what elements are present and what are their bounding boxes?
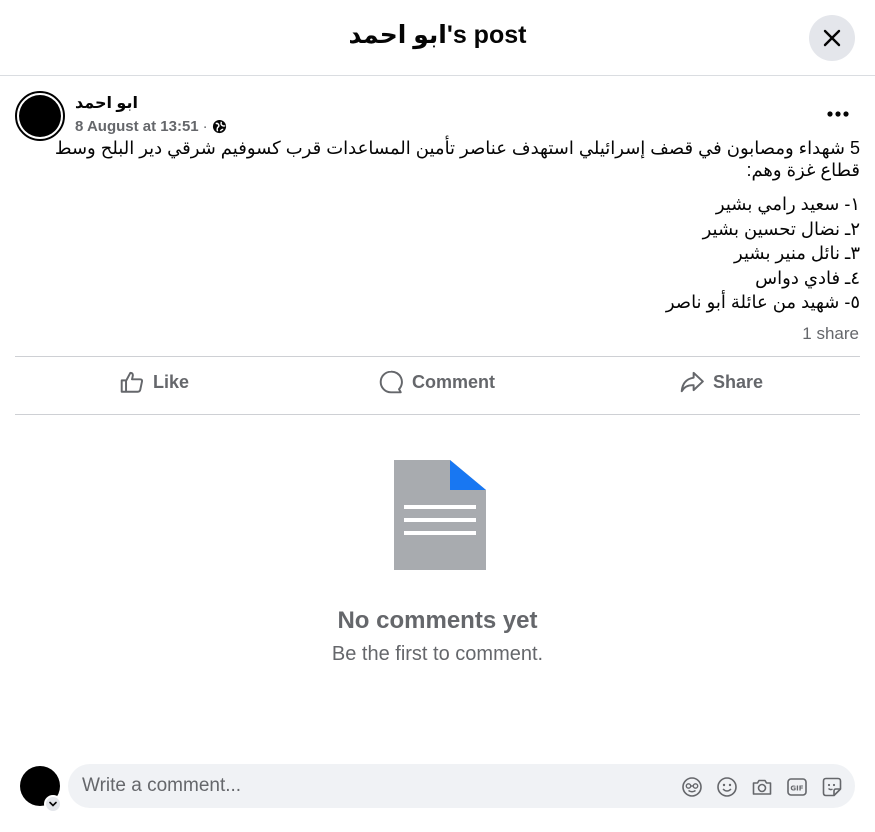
close-button[interactable] (809, 15, 855, 61)
comment-bubble-icon (379, 370, 403, 394)
share-button[interactable]: Share (679, 366, 763, 398)
avatar-sticker-button[interactable] (680, 775, 704, 799)
chevron-down-icon (49, 801, 57, 807)
share-arrow-icon (680, 371, 704, 393)
post-list-item: ١- سعيد رامي بشير (715, 194, 860, 214)
post-list-item: ٣ـ نائل منير بشير (734, 243, 860, 263)
sticker-button[interactable] (820, 775, 844, 799)
post-timestamp[interactable]: 8 August at 13:51 (75, 118, 199, 135)
like-button[interactable]: Like (119, 366, 189, 398)
globe-icon[interactable] (212, 119, 227, 134)
emoji-button[interactable] (715, 775, 739, 799)
share-count[interactable]: 1 share (802, 324, 859, 344)
post-list-item: ٤ـ فادي دواس (755, 267, 860, 288)
post-list-item: ٥- شهيد من عائلة أبو ناصر (665, 292, 860, 312)
comment-composer[interactable]: GIF (68, 764, 855, 808)
gif-icon: GIF (787, 778, 807, 796)
dialog-title: ابو احمد's post (348, 21, 527, 49)
emoji-icon (717, 777, 737, 797)
sticker-icon (822, 777, 842, 797)
comment-label: Comment (412, 371, 496, 392)
post-text-line: 5 شهداء ومصابون في قصف إسرائيلي استهدف ع… (54, 138, 860, 158)
post-list: ١- سعيد رامي بشير ٢ـ نضال تحسين بشير ٣ـ … (15, 192, 860, 315)
profile-switcher[interactable] (44, 795, 62, 813)
more-options-button[interactable] (820, 100, 856, 128)
post-meta: 8 August at 13:51 · (75, 118, 227, 135)
post-list-item: ٢ـ نضال تحسين بشير (702, 218, 860, 239)
meta-separator: · (202, 118, 208, 135)
photo-button[interactable] (750, 775, 774, 799)
more-icon (827, 111, 849, 117)
empty-state-title: No comments yet (337, 607, 538, 634)
thumbs-up-icon (120, 371, 144, 393)
close-icon (823, 29, 841, 47)
avatar-sticker-icon (682, 777, 702, 797)
divider (15, 356, 860, 357)
post-text-line: قطاع غزة وهم: (746, 160, 860, 180)
avatar-image (19, 95, 61, 137)
author-name[interactable]: ابو احمد (75, 93, 138, 113)
share-label: Share (713, 371, 764, 392)
dialog-header: ابو احمد's post (0, 0, 875, 76)
document-icon (394, 460, 486, 570)
empty-state-subtitle: Be the first to comment. (331, 643, 544, 665)
svg-text:GIF: GIF (790, 785, 803, 793)
like-label: Like (153, 371, 190, 392)
comment-button[interactable]: Comment (378, 366, 495, 398)
gif-button[interactable]: GIF (785, 775, 809, 799)
post-body: 5 شهداء ومصابون في قصف إسرائيلي استهدف ع… (15, 137, 860, 315)
divider (15, 414, 860, 415)
author-avatar[interactable] (15, 91, 65, 141)
camera-icon (752, 779, 772, 795)
comment-input[interactable] (82, 764, 642, 808)
